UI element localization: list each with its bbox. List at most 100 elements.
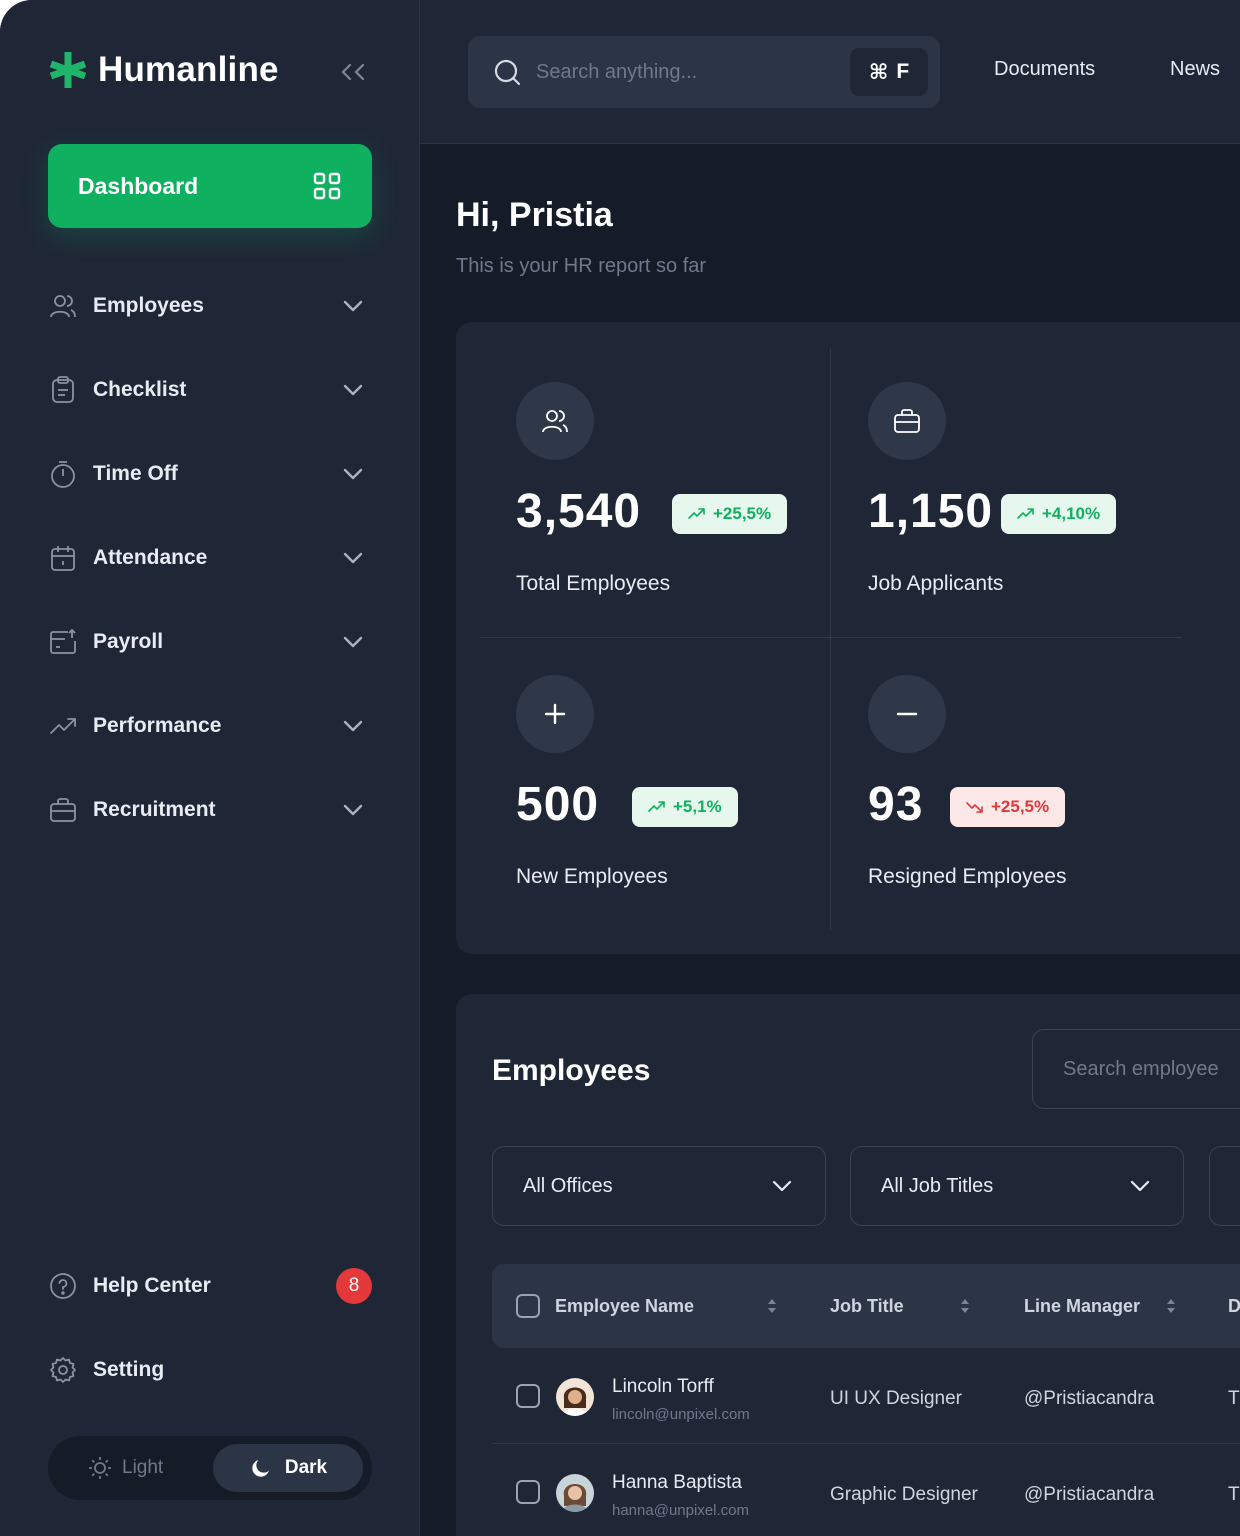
employee-line-manager: @Pristiacandra	[1024, 1388, 1155, 1409]
nav-link-news[interactable]: News	[1170, 58, 1220, 81]
sort-icon	[961, 1299, 969, 1313]
calendar-icon	[51, 546, 75, 571]
shortcut-key: F	[896, 60, 910, 83]
third-filter[interactable]	[1209, 1146, 1240, 1226]
trend-up-icon	[688, 508, 705, 519]
sidebar-item-label: Checklist	[93, 378, 187, 401]
column-employee-name[interactable]: Employee Name	[555, 1264, 779, 1348]
table-row[interactable]: Hanna Baptista hanna@unpixel.com Graphic…	[492, 1444, 1240, 1536]
app-window: Humanline Dashboard Employees Checklist …	[0, 0, 1240, 1536]
sidebar-nav: Employees Checklist Time Off Attendance	[48, 264, 372, 852]
sidebar-item-performance[interactable]: Performance	[48, 684, 372, 768]
sidebar-item-checklist[interactable]: Checklist	[48, 348, 372, 432]
notification-badge: 8	[336, 1268, 372, 1304]
stat-new-employees: 500 +5,1% New Employees	[516, 675, 738, 888]
stat-icon-circle	[516, 675, 594, 753]
stat-change-value: +5,1%	[673, 797, 722, 816]
chevron-down-icon	[343, 468, 363, 480]
gear-icon	[50, 1357, 76, 1383]
sidebar-bottom-nav: Help Center 8 Setting	[48, 1244, 372, 1412]
column-job-title[interactable]: Job Title	[830, 1264, 972, 1348]
stat-change-value: +4,10%	[1042, 504, 1101, 523]
stat-value: 1,150	[868, 485, 994, 538]
clipboard-icon	[52, 376, 74, 403]
stat-icon-circle	[868, 675, 946, 753]
table-header: Employee Name Job Title Line Manager D	[492, 1264, 1240, 1348]
sidebar-item-label: Attendance	[93, 546, 208, 569]
plus-icon	[544, 703, 566, 725]
stats-card: 3,540 +25,5% Total Employees 1,150 +4,10…	[456, 322, 1240, 954]
theme-light-option[interactable]: Light	[88, 1436, 163, 1500]
stat-change-value: +25,5%	[713, 504, 772, 523]
column-label: D	[1228, 1295, 1240, 1316]
command-key-icon: ⌘	[868, 60, 889, 84]
dashboard-button[interactable]: Dashboard	[48, 144, 372, 228]
sidebar-item-label: Performance	[93, 714, 222, 737]
sidebar-item-label: Help Center	[93, 1274, 211, 1297]
theme-toggle: Light Dark	[48, 1436, 372, 1500]
sort-icon	[768, 1299, 776, 1313]
topbar: ⌘ F Documents News	[420, 0, 1240, 144]
sidebar-item-payroll[interactable]: Payroll	[48, 600, 372, 684]
sidebar-item-setting[interactable]: Setting	[48, 1328, 372, 1412]
avatar	[556, 1378, 594, 1416]
sidebar-item-recruitment[interactable]: Recruitment	[48, 768, 372, 852]
chevron-down-icon	[772, 1180, 792, 1192]
column-label: Line Manager	[1024, 1295, 1141, 1316]
sidebar-item-attendance[interactable]: Attendance	[48, 516, 372, 600]
search-input[interactable]	[536, 60, 836, 84]
collapse-sidebar-icon[interactable]	[336, 58, 370, 86]
employee-next-column: T	[1228, 1484, 1240, 1505]
employee-job-title: UI UX Designer	[830, 1388, 962, 1409]
sidebar-item-employees[interactable]: Employees	[48, 264, 372, 348]
sidebar-item-help-center[interactable]: Help Center 8	[48, 1244, 372, 1328]
chevron-down-icon	[343, 804, 363, 816]
stat-label: Job Applicants	[868, 572, 1004, 595]
divider	[830, 348, 831, 930]
sidebar-item-label: Time Off	[93, 462, 178, 485]
theme-light-label: Light	[122, 1457, 164, 1478]
stat-label: New Employees	[516, 865, 668, 888]
job-titles-filter[interactable]: All Job Titles	[850, 1146, 1184, 1226]
sidebar: Humanline Dashboard Employees Checklist …	[0, 0, 420, 1536]
table-row[interactable]: Lincoln Torff lincoln@unpixel.com UI UX …	[492, 1348, 1240, 1444]
section-title: Employees	[492, 1054, 651, 1087]
nav-link-documents[interactable]: Documents	[994, 58, 1095, 81]
trend-down-icon	[966, 802, 983, 813]
users-icon	[542, 410, 568, 433]
person-avatar-icon	[556, 1378, 594, 1416]
stat-total-employees: 3,540 +25,5% Total Employees	[516, 382, 788, 595]
stat-change-value: +25,5%	[991, 797, 1050, 816]
app-name: Humanline	[98, 50, 279, 89]
asterisk-logo-icon	[49, 52, 87, 88]
column-label: Employee Name	[555, 1295, 695, 1316]
employee-search	[1032, 1029, 1240, 1109]
logo: Humanline	[48, 50, 279, 90]
stopwatch-icon	[51, 461, 75, 488]
stat-change-badge: +25,5%	[950, 787, 1066, 827]
grid-icon	[313, 172, 341, 200]
stat-value: 3,540	[516, 485, 642, 538]
chevron-down-icon	[343, 636, 363, 648]
row-checkbox[interactable]	[516, 1480, 540, 1504]
column-next[interactable]: D	[1228, 1264, 1240, 1348]
job-titles-filter-value: All Job Titles	[881, 1174, 994, 1197]
chevron-down-icon	[343, 552, 363, 564]
employee-name: Lincoln Torff	[612, 1376, 714, 1397]
offices-filter-value: All Offices	[523, 1174, 613, 1197]
sidebar-item-label: Payroll	[93, 630, 164, 653]
column-line-manager[interactable]: Line Manager	[1024, 1264, 1178, 1348]
briefcase-icon	[50, 798, 76, 822]
employee-search-input[interactable]	[1063, 1057, 1240, 1081]
row-checkbox[interactable]	[516, 1384, 540, 1408]
sort-icon	[1167, 1299, 1175, 1313]
global-search: ⌘ F	[468, 36, 940, 108]
users-icon	[50, 295, 76, 318]
theme-dark-option[interactable]: Dark	[213, 1444, 363, 1492]
briefcase-icon	[894, 409, 920, 433]
stat-icon-circle	[868, 382, 946, 460]
offices-filter[interactable]: All Offices	[492, 1146, 826, 1226]
sidebar-item-time-off[interactable]: Time Off	[48, 432, 372, 516]
avatar	[556, 1474, 594, 1512]
select-all-checkbox[interactable]	[516, 1294, 540, 1318]
